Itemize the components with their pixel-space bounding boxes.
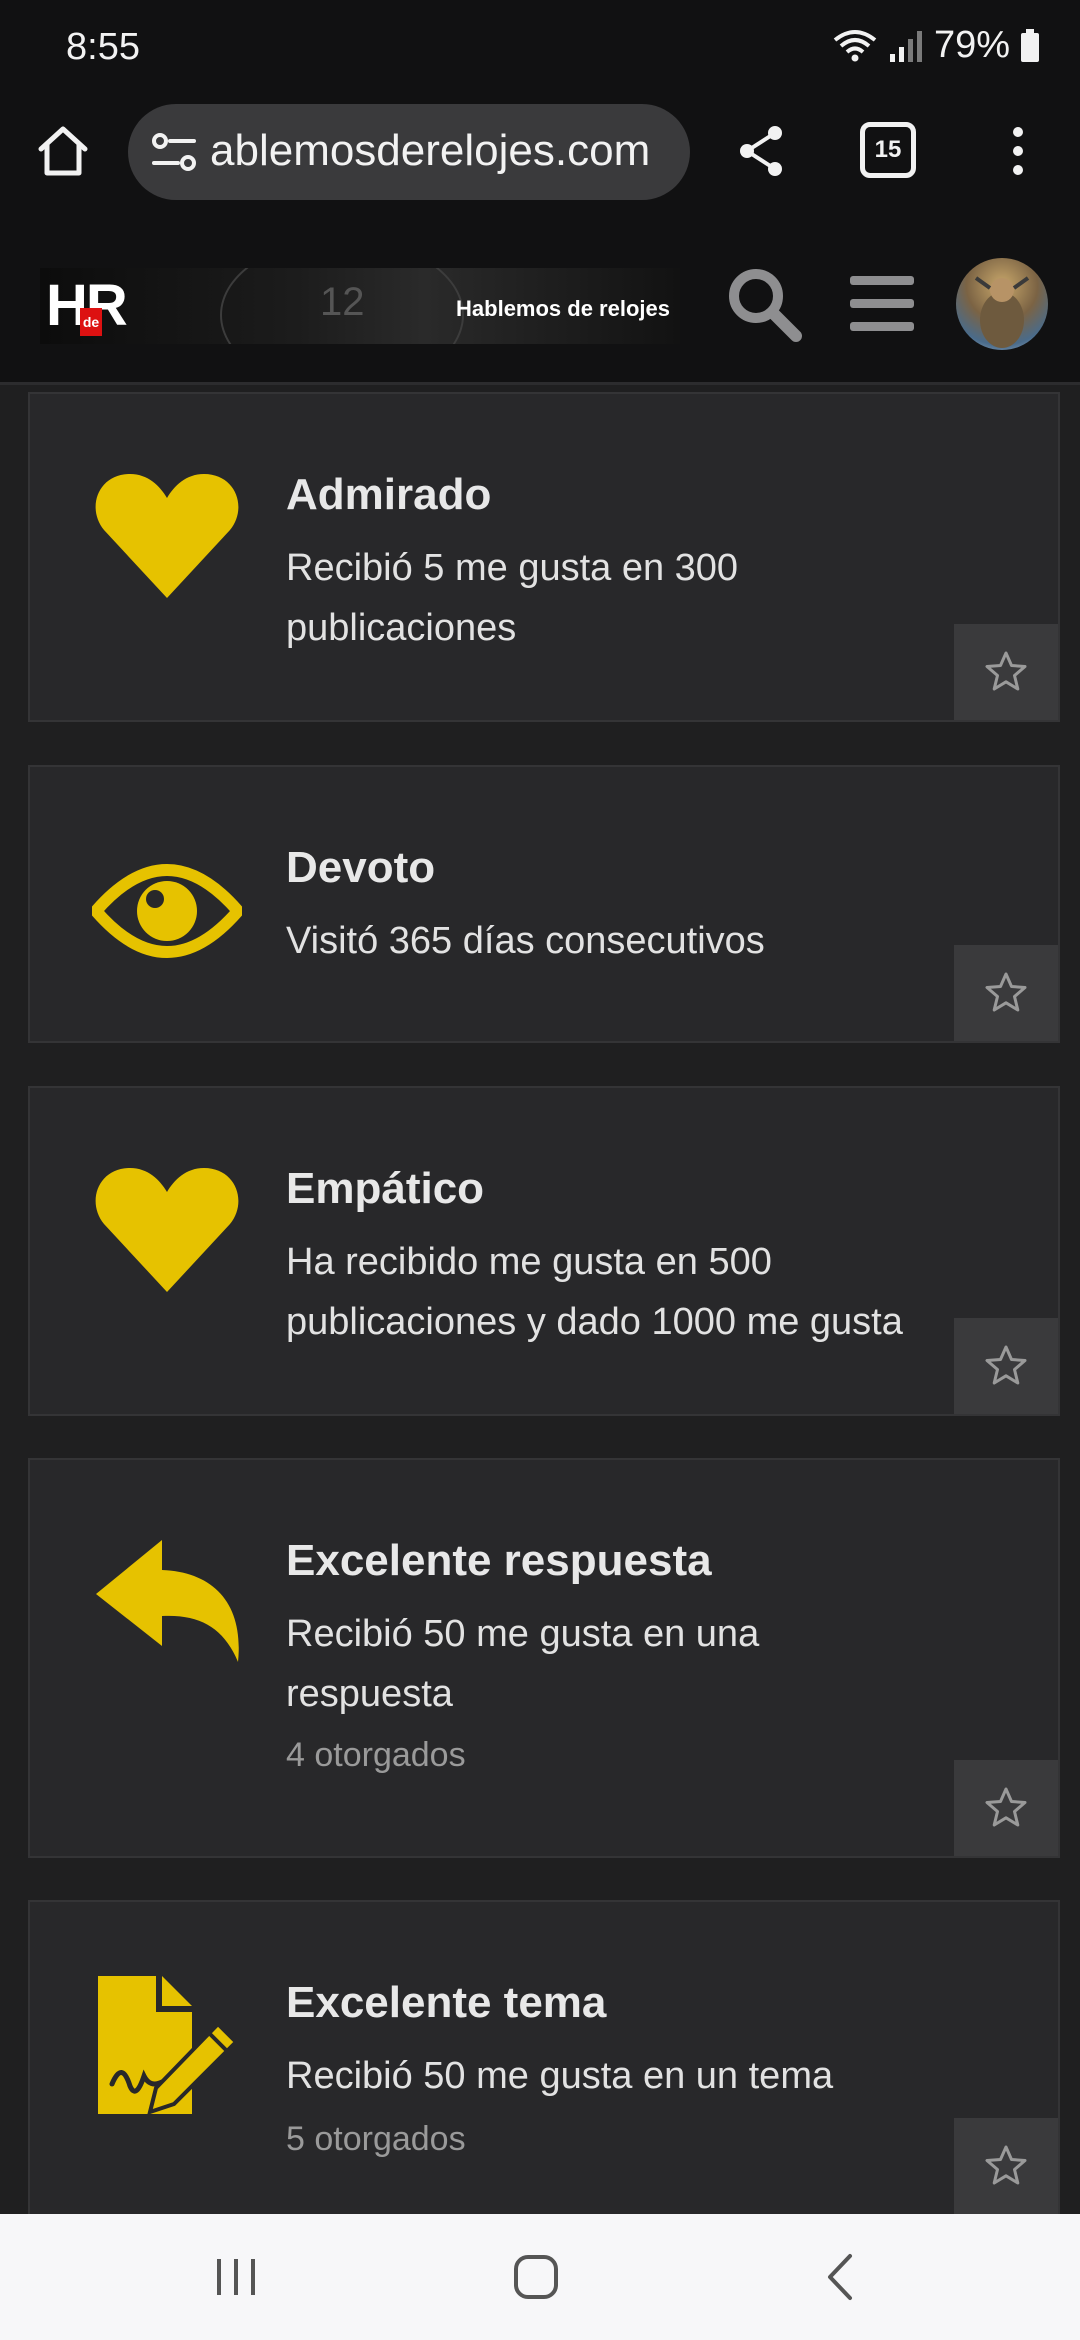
heart-icon: [95, 1168, 239, 1292]
favorite-badge-button[interactable]: [954, 1760, 1058, 1856]
status-time: 8:55: [66, 26, 140, 68]
recent-apps-button[interactable]: [196, 2244, 276, 2310]
share-button[interactable]: [726, 116, 796, 186]
status-bar: 8:55 79%: [0, 0, 1080, 96]
hamburger-icon: [850, 276, 914, 331]
logo-dial-number: 12: [320, 280, 365, 324]
badge-description: Recibió 50 me gusta en un tema: [286, 2046, 1006, 2106]
badge-description: Recibió 50 me gusta en una respuesta: [286, 1604, 1006, 1724]
badge-card[interactable]: Excelente tema Recibió 50 me gusta en un…: [28, 1900, 1060, 2214]
badge-card[interactable]: Excelente respuesta Recibió 50 me gusta …: [28, 1458, 1060, 1858]
tab-switcher-button[interactable]: 15: [860, 122, 916, 178]
status-icons: 79%: [832, 24, 1040, 67]
badge-card[interactable]: Empático Ha recibido me gusta en 500 pub…: [28, 1086, 1060, 1416]
badge-title: Excelente tema: [286, 1978, 607, 2027]
more-vertical-icon: [1013, 127, 1023, 175]
recent-apps-icon: [217, 2259, 255, 2295]
badge-title: Empático: [286, 1164, 485, 1213]
star-icon: [985, 1345, 1027, 1385]
logo-site-name: Hablemos de relojes: [456, 296, 670, 321]
home-button[interactable]: [28, 116, 98, 186]
file-signature-icon: [98, 1976, 239, 2116]
back-button[interactable]: [800, 2244, 880, 2310]
badge-description-line: Recibió 50 me gusta en una: [286, 1613, 760, 1655]
star-icon: [985, 1787, 1027, 1827]
favorite-badge-button[interactable]: [954, 624, 1058, 720]
favorite-badge-button[interactable]: [954, 945, 1058, 1041]
badge-description-line: publicaciones y dado 1000 me gusta: [286, 1301, 903, 1343]
badge-title: Admirado: [286, 470, 492, 519]
heart-icon: [95, 474, 239, 598]
browser-menu-button[interactable]: [990, 116, 1046, 186]
hamburger-menu-button[interactable]: [846, 268, 918, 340]
favorite-badge-button[interactable]: [954, 1318, 1058, 1414]
home-square-icon: [514, 2255, 558, 2299]
star-icon: [985, 972, 1027, 1012]
favorite-badge-button[interactable]: [954, 2118, 1058, 2214]
badge-card[interactable]: Devoto Visitó 365 días consecutivos: [28, 765, 1060, 1043]
badge-description-line: respuesta: [286, 1673, 453, 1715]
search-icon: [729, 269, 802, 342]
back-chevron-icon: [828, 2254, 852, 2300]
site-header: 12 HR de Hablemos de relojes: [0, 224, 1080, 385]
badge-description-line: Visitó 365 días consecutivos: [286, 920, 765, 962]
avatar-figure: [974, 276, 1030, 348]
badge-awarded-count: 4 otorgados: [286, 1736, 466, 1774]
badge-title: Excelente respuesta: [286, 1536, 712, 1585]
wifi-icon: [833, 29, 877, 61]
badge-title: Devoto: [286, 843, 436, 892]
badge-description-line: publicaciones: [286, 607, 517, 649]
home-icon: [38, 126, 88, 176]
badge-description: Visitó 365 días consecutivos: [286, 911, 1006, 971]
star-icon: [985, 651, 1027, 691]
badge-card[interactable]: Admirado Recibió 5 me gusta en 300 publi…: [28, 392, 1060, 722]
site-settings-icon[interactable]: [148, 126, 200, 178]
reply-icon: [96, 1540, 239, 1662]
system-navigation-bar: [0, 2214, 1080, 2340]
badge-description: Recibió 5 me gusta en 300 publicaciones: [286, 538, 1006, 658]
badge-description-line: Recibió 50 me gusta en un tema: [286, 2055, 834, 2097]
search-button[interactable]: [724, 264, 804, 344]
browser-toolbar: ablemosderelojes.com 15: [0, 96, 1080, 224]
battery-percent: 79%: [933, 24, 1010, 66]
badge-description-line: Ha recibido me gusta en 500: [286, 1241, 772, 1283]
site-logo[interactable]: 12 HR de Hablemos de relojes: [40, 268, 680, 344]
signal-icon: [889, 30, 922, 62]
home-nav-button[interactable]: [496, 2244, 576, 2310]
address-bar[interactable]: ablemosderelojes.com: [128, 104, 690, 200]
star-icon: [985, 2145, 1027, 2185]
eye-icon: [92, 864, 242, 958]
badge-description: Ha recibido me gusta en 500 publicacione…: [286, 1232, 1006, 1352]
logo-de: de: [80, 308, 102, 336]
badge-awarded-count: 5 otorgados: [286, 2120, 466, 2158]
badge-description-line: Recibió 5 me gusta en 300: [286, 547, 739, 589]
user-avatar[interactable]: [956, 258, 1048, 350]
share-icon: [740, 126, 782, 176]
url-text[interactable]: ablemosderelojes.com: [210, 126, 690, 176]
battery-icon: [1021, 28, 1039, 62]
